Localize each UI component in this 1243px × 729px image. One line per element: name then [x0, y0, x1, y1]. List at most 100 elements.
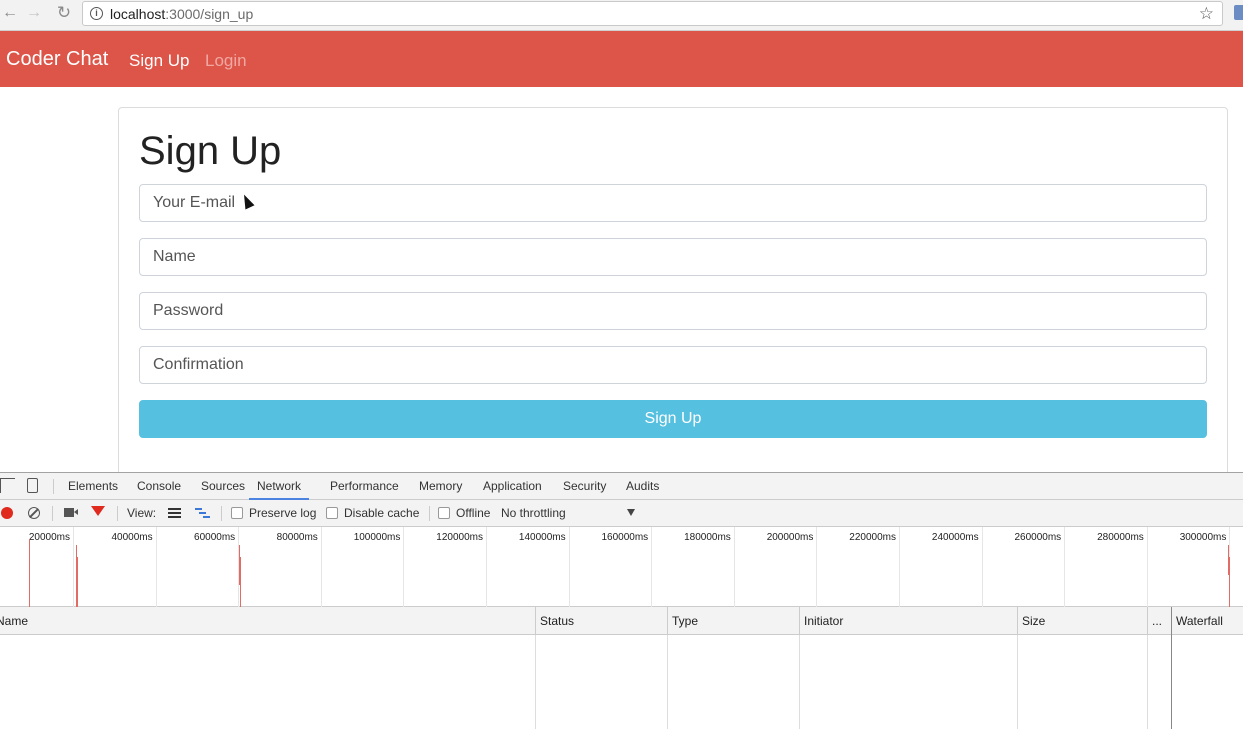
timeline-gridline: [73, 527, 74, 607]
column-header-status[interactable]: Status: [535, 607, 667, 635]
sign-up-button[interactable]: Sign Up: [139, 400, 1207, 438]
divider: [429, 506, 430, 521]
timeline-tick-label: 260000ms: [1014, 532, 1062, 543]
timeline-event-marker: [1229, 557, 1230, 607]
divider: [117, 506, 118, 521]
tab-network[interactable]: Network: [249, 473, 310, 500]
timeline-tick-label: 240000ms: [931, 532, 979, 543]
record-icon[interactable]: [1, 507, 13, 519]
timeline-tick-label: 220000ms: [849, 532, 896, 543]
url-path: :3000/sign_up: [165, 6, 254, 22]
column-divider: [1147, 635, 1148, 729]
divider: [52, 506, 53, 521]
timeline-tick-label: 100000ms: [353, 532, 401, 543]
tab-audits[interactable]: Audits: [626, 473, 659, 500]
large-rows-list-icon[interactable]: [168, 508, 181, 518]
name-field[interactable]: Name: [139, 238, 1207, 276]
column-header-name[interactable]: Name: [0, 607, 536, 635]
inspect-element-icon[interactable]: [0, 478, 15, 493]
tab-application[interactable]: Application: [483, 473, 542, 500]
tab-console[interactable]: Console: [137, 473, 181, 500]
url-text[interactable]: localhost:3000/sign_up: [110, 6, 253, 22]
brand-logo[interactable]: Coder Chat: [6, 48, 108, 71]
timeline-event-marker: [77, 557, 78, 607]
timeline-gridline: [899, 527, 900, 607]
address-bar[interactable]: i localhost:3000/sign_up ☆: [82, 1, 1223, 26]
view-label: View:: [127, 506, 157, 520]
preserve-log-label: Preserve log: [249, 506, 317, 520]
offline-label: Offline: [456, 506, 491, 520]
reload-icon[interactable]: ↻: [54, 3, 74, 23]
timeline-gridline: [486, 527, 487, 607]
tab-security[interactable]: Security: [563, 473, 606, 500]
timeline-gridline: [733, 527, 735, 607]
confirmation-field[interactable]: Confirmation: [139, 346, 1207, 384]
nav-link-login[interactable]: Login: [205, 51, 247, 71]
column-divider: [535, 635, 536, 729]
forward-arrow-icon[interactable]: →: [24, 3, 44, 23]
timeline-tick-label: 140000ms: [518, 532, 566, 543]
app-navbar: Coder Chat Sign Up Login: [0, 31, 1243, 87]
chevron-down-icon[interactable]: [627, 509, 635, 516]
timeline-tick-label: 160000ms: [601, 532, 649, 543]
divider: [221, 506, 222, 521]
timeline-tick-label: 80000ms: [276, 532, 318, 543]
screenshot-camera-icon[interactable]: [64, 508, 78, 517]
column-divider: [667, 635, 668, 729]
column-header-type[interactable]: Type: [667, 607, 799, 635]
extension-icon[interactable]: [1234, 5, 1243, 20]
signup-card: Sign Up Your E-mail Name Password Confir…: [118, 107, 1228, 487]
overview-waterfall-icon[interactable]: [195, 508, 210, 518]
network-overview-timeline[interactable]: 20000ms 40000ms 60000ms 80000ms 100000ms 1200…: [0, 527, 1243, 607]
network-toolbar: View: Preserve log Disable cache Offline…: [0, 500, 1243, 527]
clear-icon[interactable]: [28, 507, 40, 519]
tab-memory[interactable]: Memory: [419, 473, 462, 500]
tab-elements[interactable]: Elements: [68, 473, 118, 500]
disable-cache-checkbox[interactable]: [326, 507, 338, 519]
devtools-tab-bar: Elements Console Sources Network Perform…: [0, 473, 1243, 500]
device-toolbar-icon[interactable]: [27, 478, 38, 493]
tab-performance[interactable]: Performance: [330, 473, 399, 500]
column-header-initiator[interactable]: Initiator: [799, 607, 1017, 635]
filter-icon[interactable]: [91, 506, 105, 516]
bookmark-star-icon[interactable]: ☆: [1199, 4, 1214, 24]
devtools-panel: Elements Console Sources Network Perform…: [0, 472, 1243, 729]
password-field[interactable]: Password: [139, 292, 1207, 330]
network-table-header: Name Status Type Initiator Size ... Wate…: [0, 607, 1243, 635]
url-host: localhost: [110, 6, 166, 22]
back-arrow-icon[interactable]: ←: [0, 3, 20, 23]
preserve-log-checkbox[interactable]: [231, 507, 243, 519]
column-header-waterfall[interactable]: Waterfall: [1171, 607, 1243, 635]
page-title: Sign Up: [139, 129, 282, 173]
timeline-tick-label: 60000ms: [194, 532, 236, 543]
timeline-gridline: [155, 527, 157, 607]
nav-link-sign-up[interactable]: Sign Up: [129, 51, 189, 71]
column-divider: [1017, 635, 1018, 729]
timeline-gridline: [1146, 527, 1148, 607]
tab-sources[interactable]: Sources: [201, 473, 245, 500]
info-icon[interactable]: i: [90, 7, 103, 20]
timeline-gridline: [320, 527, 322, 607]
column-header-more[interactable]: ...: [1147, 607, 1171, 635]
timeline-gridline: [651, 527, 653, 607]
timeline-tick-label: 40000ms: [111, 532, 153, 543]
offline-checkbox[interactable]: [438, 507, 450, 519]
timeline-event-marker: [240, 557, 241, 607]
column-divider: [799, 635, 800, 729]
timeline-tick-label: 300000ms: [1179, 532, 1227, 543]
timeline-tick-label: 20000ms: [28, 532, 70, 543]
email-field[interactable]: Your E-mail: [139, 184, 1207, 222]
throttling-select[interactable]: No throttling: [501, 500, 566, 527]
disable-cache-label: Disable cache: [344, 506, 420, 520]
timeline-tick-label: 200000ms: [766, 532, 814, 543]
timeline-gridline: [816, 527, 818, 607]
timeline-tick-label: 280000ms: [1097, 532, 1144, 543]
timeline-gridline: [1064, 527, 1066, 607]
timeline-gridline: [981, 527, 983, 607]
divider: [53, 479, 54, 494]
timeline-gridline: [403, 527, 405, 607]
timeline-tick-label: 180000ms: [684, 532, 731, 543]
timeline-gridline: [568, 527, 570, 607]
timeline-tick-label: 120000ms: [436, 532, 483, 543]
column-header-size[interactable]: Size: [1017, 607, 1147, 635]
